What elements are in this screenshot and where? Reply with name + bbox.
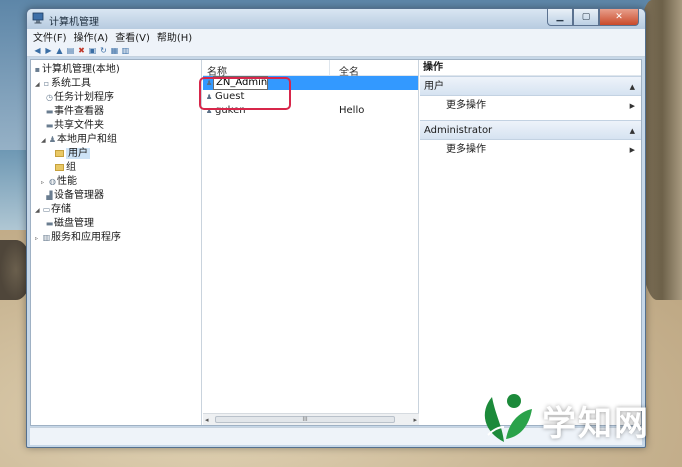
more-actions-administrator[interactable]: 更多操作 ▶: [420, 140, 641, 160]
actions-section-administrator[interactable]: Administrator ▲: [420, 120, 641, 140]
menu-help[interactable]: 帮助(H): [157, 29, 192, 44]
user-fullname: Hello: [339, 105, 365, 116]
watermark-logo: 学知网: [466, 382, 674, 452]
chevron-right-icon: ▶: [629, 102, 635, 110]
shared-folder-icon: ▬: [45, 121, 54, 130]
column-divider[interactable]: [329, 60, 330, 76]
tree-node-users[interactable]: 用户: [31, 147, 201, 161]
list-header: 名称 全名: [203, 60, 418, 78]
clock-icon: ◷: [46, 93, 53, 102]
console-tree: ▪ 计算机管理(本地) ◢ ▫ 系统工具 ◷任务计划程序 ▬事件查看器 ▬共享文件夹 …: [31, 60, 202, 425]
up-folder-icon[interactable]: ▲: [55, 46, 64, 55]
tree-node-storage[interactable]: ◢ ▭存储: [31, 203, 201, 217]
watermark-text: 学知网: [542, 404, 650, 444]
maximize-button[interactable]: ▢: [573, 9, 599, 26]
collapse-icon[interactable]: ◢: [41, 134, 48, 148]
title-bar[interactable]: 计算机管理 ▁ ▢ ✕: [27, 9, 645, 29]
device-manager-icon: ▟: [46, 191, 53, 200]
event-viewer-icon: ▬: [45, 107, 54, 116]
performance-icon: ◍: [49, 177, 56, 186]
actions-pane: 操作 用户 ▲ 更多操作 ▶ Administrator ▲ 更多操作 ▶: [420, 60, 641, 425]
export-list-icon[interactable]: ▦: [110, 46, 119, 55]
tree-node-system-tools[interactable]: ◢ ▫ 系统工具: [31, 77, 201, 91]
tree-node-root[interactable]: ▪ 计算机管理(本地): [31, 63, 201, 77]
close-button[interactable]: ✕: [599, 9, 639, 26]
computer-icon: ▪: [34, 65, 41, 74]
storage-icon: ▭: [42, 205, 51, 214]
delete-icon[interactable]: ✖: [77, 46, 86, 55]
tree-node-event-viewer[interactable]: ▬事件查看器: [31, 105, 201, 119]
minimize-icon: ▁: [556, 12, 564, 22]
more-actions-users[interactable]: 更多操作 ▶: [420, 96, 641, 116]
folder-icon: [55, 149, 64, 157]
menu-view[interactable]: 查看(V): [115, 29, 150, 44]
tree-node-shared-folders[interactable]: ▬共享文件夹: [31, 119, 201, 133]
menu-action[interactable]: 操作(A): [74, 29, 109, 44]
menu-file[interactable]: 文件(F): [33, 29, 67, 44]
expand-icon[interactable]: ▹: [41, 176, 48, 190]
user-list: 名称 全名 ♟ ZN_Admin ♟ Guest ♟ guken Hello ◂: [199, 60, 419, 425]
scroll-right-icon[interactable]: ▸: [413, 416, 417, 424]
properties-icon[interactable]: ▣: [88, 46, 97, 55]
chevron-right-icon: ▶: [629, 146, 635, 154]
close-icon: ✕: [615, 12, 623, 22]
menu-bar: 文件(F) 操作(A) 查看(V) 帮助(H): [27, 29, 645, 44]
services-icon: ▥: [42, 233, 51, 242]
window-title: 计算机管理: [49, 17, 99, 28]
expand-icon[interactable]: ▹: [35, 232, 42, 246]
tree-node-disk-management[interactable]: ▬磁盘管理: [31, 217, 201, 231]
minimize-button[interactable]: ▁: [547, 9, 573, 26]
actions-section-users[interactable]: 用户 ▲: [420, 76, 641, 96]
horizontal-scrollbar[interactable]: ◂ III ▸: [203, 413, 419, 425]
help-icon[interactable]: ▥: [121, 46, 130, 55]
forward-icon[interactable]: ▶: [44, 46, 53, 55]
folder-icon: [55, 163, 64, 171]
maximize-icon: ▢: [581, 12, 591, 22]
show-hide-tree-icon[interactable]: ▤: [66, 46, 75, 55]
collapse-icon[interactable]: ◢: [35, 78, 42, 92]
back-icon[interactable]: ◀: [33, 46, 42, 55]
tree-node-groups[interactable]: 组: [31, 161, 201, 175]
collapse-up-icon[interactable]: ▲: [630, 121, 635, 141]
collapse-up-icon[interactable]: ▲: [630, 77, 635, 97]
tree-node-performance[interactable]: ▹ ◍性能: [31, 175, 201, 189]
tree-node-task-scheduler[interactable]: ◷任务计划程序: [31, 91, 201, 105]
toolbar: ◀ ▶ ▲ ▤ ✖ ▣ ↻ ▦ ▥: [27, 44, 645, 57]
leaf-logo-icon: [484, 394, 532, 442]
collapse-icon[interactable]: ◢: [35, 204, 42, 218]
users-group-icon: ♟: [48, 135, 57, 144]
main-content: ▪ 计算机管理(本地) ◢ ▫ 系统工具 ◷任务计划程序 ▬事件查看器 ▬共享文件夹 …: [30, 59, 642, 426]
tree-node-device-manager[interactable]: ▟设备管理器: [31, 189, 201, 203]
tree-node-services-apps[interactable]: ▹ ▥服务和应用程序: [31, 231, 201, 245]
refresh-icon[interactable]: ↻: [99, 46, 108, 55]
scroll-thumb[interactable]: III: [215, 416, 395, 423]
disk-icon: ▬: [45, 219, 54, 228]
actions-title: 操作: [420, 60, 641, 76]
computer-management-icon: [32, 12, 44, 24]
annotation-highlight: [199, 77, 291, 110]
caption-buttons: ▁ ▢ ✕: [547, 9, 639, 26]
tools-icon: ▫: [43, 79, 50, 88]
scroll-left-icon[interactable]: ◂: [205, 416, 209, 424]
tree-node-local-users-groups[interactable]: ◢ ♟本地用户和组: [31, 133, 201, 147]
